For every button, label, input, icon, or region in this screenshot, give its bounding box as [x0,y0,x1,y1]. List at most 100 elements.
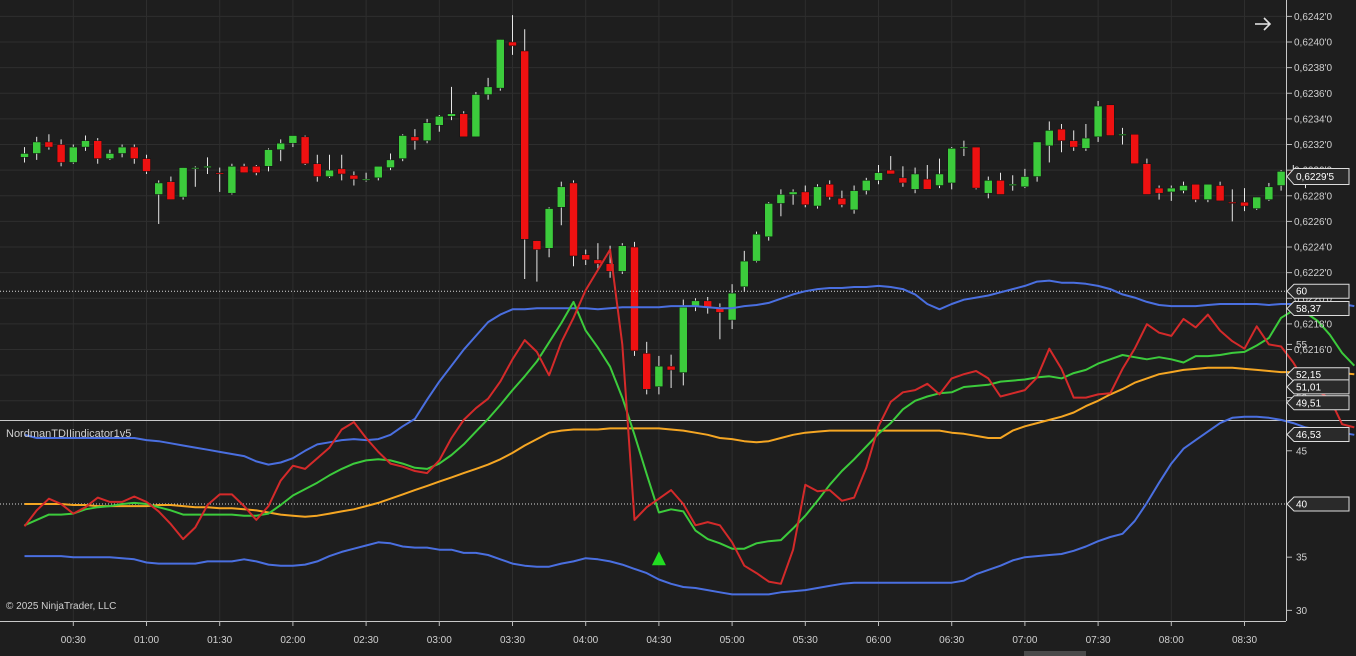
candle[interactable] [69,144,78,164]
candle[interactable] [1252,196,1261,210]
candle-body-down [1154,187,1164,194]
time-tick-label: 07:00 [1012,635,1037,646]
candle[interactable] [1093,100,1103,142]
price-tick-label: 0,6218'0 [1294,319,1332,330]
value-label[interactable]: 58,37 [1286,301,1350,317]
candle[interactable] [1106,104,1115,136]
indicator-tick-label: 55 [1296,340,1308,351]
candle[interactable] [227,163,237,195]
candle[interactable] [569,180,578,267]
candle[interactable] [1032,141,1042,182]
level-label[interactable]: 40 [1286,496,1350,512]
candle-body-up [679,306,688,373]
candle-body-up [752,233,761,262]
candle-body-down [1191,183,1200,200]
candle[interactable] [679,299,688,386]
candle[interactable] [1203,183,1213,203]
candle-body-down [410,136,420,141]
value-label[interactable]: 51,01 [1286,379,1350,395]
arrow-right-icon[interactable] [1250,12,1276,36]
time-tick-label: 01:00 [134,635,159,646]
candle-body-up [1032,141,1042,177]
candle[interactable] [947,147,956,190]
candle-body-down [1106,104,1115,136]
level-label[interactable]: 60 [1286,283,1350,299]
candle-body-down [313,163,322,177]
candle-body-up [1276,171,1286,186]
candle-body-up [422,122,432,141]
price-tick-label: 0,6226'0 [1294,217,1332,228]
value-label-text: 49,51 [1296,398,1321,409]
candle[interactable] [1130,134,1139,164]
horizontal-scrollbar[interactable] [1024,651,1086,656]
value-label[interactable]: 49,51 [1286,395,1350,411]
price-tick-label: 0,6232'0 [1294,140,1332,151]
price-tick-label: 0,6238'0 [1294,63,1332,74]
candle-body-up [1008,183,1017,186]
candle-body-down [166,181,176,200]
indicator-tick-label: 45 [1296,446,1308,457]
candle[interactable] [971,146,981,190]
candle[interactable] [764,202,773,241]
price-tick-label: 0,6228'0 [1294,191,1332,202]
time-tick-label: 06:30 [939,635,964,646]
candle[interactable] [813,184,822,209]
candle-body-up [1045,130,1054,147]
candle-body-down [666,365,676,371]
candle-body-down [56,144,66,163]
time-tick-label: 05:00 [720,635,745,646]
candle-body-up [544,208,554,249]
candle-body-up [105,153,115,159]
candle-body-up [386,159,395,168]
value-label-text: 58,37 [1296,304,1321,315]
candle[interactable] [459,111,468,138]
candle-body-down [1069,140,1078,148]
candle[interactable] [1191,183,1200,203]
candle[interactable] [618,243,627,274]
candle-body-down [239,166,249,173]
candle[interactable] [178,167,188,200]
candle-body-up [849,190,859,211]
time-tick-label: 05:30 [793,635,818,646]
candle-body-down [1057,128,1066,141]
candle-body-down [996,180,1005,195]
candle-body-up [557,186,566,208]
candle[interactable] [1142,158,1152,195]
candle-body-up [1118,134,1127,136]
candle-body-down [593,259,603,264]
candle-body-down [520,50,529,240]
candle-body-down [508,41,517,47]
value-label[interactable]: 46,53 [1286,427,1350,443]
candle-body-down [337,168,346,175]
candle[interactable] [398,134,407,162]
candle[interactable] [422,118,432,144]
candle-body-down [459,113,468,138]
candle-body-down [300,136,310,164]
chart-canvas[interactable]: 0,6242'0 0,6240'0 0,6238'0 0,6236'0 0,6234'0… [0,0,1356,656]
candle-body-up [227,166,237,194]
candle-body-up [154,182,163,195]
candle-body-up [984,180,993,194]
candle-body-down [1240,201,1249,207]
candle[interactable] [471,91,481,138]
candle[interactable] [752,231,761,263]
candle-body-up [447,113,456,117]
candle-body-up [788,191,798,195]
candle-body-up [69,146,78,163]
candle[interactable] [300,135,310,166]
candle-body-down [1142,163,1152,195]
time-tick-label: 03:00 [427,635,452,646]
time-tick-label: 04:00 [573,635,598,646]
candle-body-up [813,186,822,207]
last-price-label[interactable]: 0,6229'5 [1286,168,1350,186]
candle-body-down [886,169,895,175]
candle[interactable] [630,241,639,356]
candle-body-up [374,166,383,179]
candle[interactable] [496,39,505,91]
candle-body-down [1228,201,1237,204]
candle-body-down [252,166,261,173]
candle-body-up [874,172,883,181]
time-tick-label: 00:30 [61,635,86,646]
candle-body-up [435,116,444,126]
candle-body-up [776,194,786,204]
